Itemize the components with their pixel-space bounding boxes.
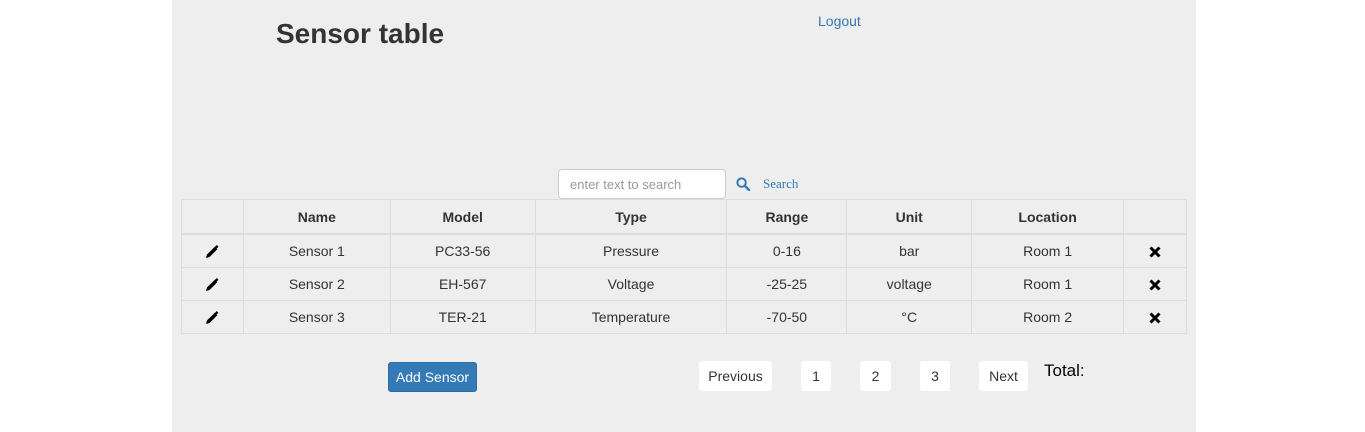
cell-type: Pressure <box>534 233 728 268</box>
cell-unit: voltage <box>846 267 973 301</box>
pencil-icon[interactable] <box>205 245 219 259</box>
column-header-edit <box>181 199 244 235</box>
column-header-range: Range <box>726 199 848 235</box>
cell-type: Voltage <box>534 267 728 301</box>
delete-cell <box>1123 233 1187 268</box>
logout-link[interactable]: Logout <box>818 13 861 29</box>
cell-model: TER-21 <box>389 300 536 334</box>
cell-range: -25-25 <box>726 267 848 301</box>
close-icon[interactable] <box>1149 246 1161 258</box>
add-sensor-button[interactable]: Add Sensor <box>388 362 477 392</box>
delete-cell <box>1123 300 1187 334</box>
edit-cell <box>181 300 244 334</box>
search-button-label: Search <box>763 176 799 191</box>
delete-cell <box>1123 267 1187 301</box>
cell-name: Sensor 3 <box>242 300 391 334</box>
table-row: Sensor 2 EH-567 Voltage -25-25 voltage R… <box>181 267 1187 301</box>
total-label: Total: <box>1044 361 1085 380</box>
cell-name: Sensor 2 <box>242 267 391 301</box>
cell-range: 0-16 <box>726 233 848 268</box>
cell-range: -70-50 <box>726 300 848 334</box>
search-button[interactable]: Search <box>736 173 798 195</box>
previous-page-button[interactable]: Previous <box>699 361 772 391</box>
table-header-row: Name Model Type Range Unit Location <box>181 199 1187 235</box>
pencil-icon[interactable] <box>205 311 219 325</box>
cell-model: PC33-56 <box>389 233 536 268</box>
cell-location: Room 2 <box>971 300 1125 334</box>
search-input[interactable] <box>558 169 726 199</box>
page-button-1[interactable]: 1 <box>801 361 831 391</box>
page-title: Sensor table <box>276 18 445 49</box>
cell-location: Room 1 <box>971 267 1125 301</box>
column-header-delete <box>1123 199 1187 235</box>
table-row: Sensor 1 PC33-56 Pressure 0-16 bar Room … <box>181 233 1187 268</box>
column-header-unit: Unit <box>846 199 973 235</box>
edit-cell <box>181 267 244 301</box>
table-row: Sensor 3 TER-21 Temperature -70-50 °C Ro… <box>181 300 1187 334</box>
page-button-2[interactable]: 2 <box>860 361 891 391</box>
pencil-icon[interactable] <box>205 278 219 292</box>
column-header-location: Location <box>971 199 1125 235</box>
cell-unit: bar <box>846 233 973 268</box>
cell-model: EH-567 <box>389 267 536 301</box>
close-icon[interactable] <box>1149 279 1161 291</box>
sensor-table: Name Model Type Range Unit Location Sens… <box>181 199 1187 334</box>
page-button-3[interactable]: 3 <box>920 361 950 391</box>
cell-type: Temperature <box>534 300 728 334</box>
cell-unit: °C <box>846 300 973 334</box>
cell-location: Room 1 <box>971 233 1125 268</box>
next-page-button[interactable]: Next <box>979 361 1028 391</box>
page-container: Sensor table Logout Search Name Mod <box>172 0 1196 432</box>
edit-cell <box>181 233 244 268</box>
cell-name: Sensor 1 <box>242 233 391 268</box>
column-header-type: Type <box>534 199 728 235</box>
search-icon <box>736 177 750 191</box>
column-header-model: Model <box>389 199 536 235</box>
close-icon[interactable] <box>1149 312 1161 324</box>
column-header-name: Name <box>242 199 391 235</box>
